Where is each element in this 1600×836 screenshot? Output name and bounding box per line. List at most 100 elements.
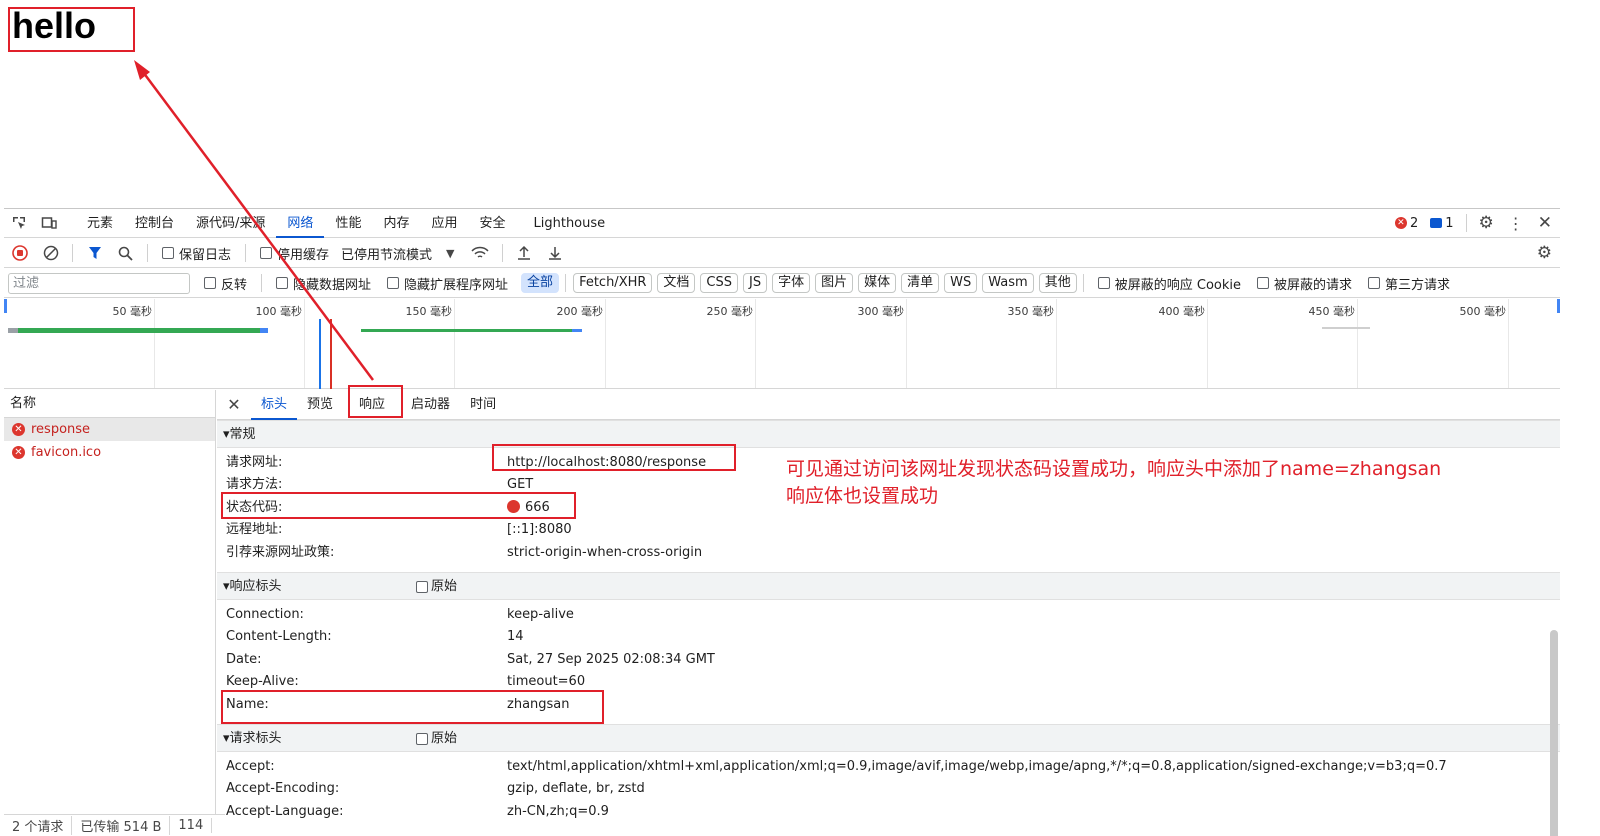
header-key: 状态代码: bbox=[226, 499, 283, 515]
filter-input[interactable]: 过滤 bbox=[8, 272, 190, 294]
header-key: Accept-Language: bbox=[226, 803, 344, 819]
filter-funnel-icon[interactable] bbox=[79, 239, 110, 268]
tab-memory[interactable]: 内存 bbox=[372, 209, 420, 238]
checkbox-box[interactable] bbox=[260, 247, 273, 259]
annotation-note-line: 响应体也设置成功 bbox=[786, 485, 939, 507]
type-filter-wasm[interactable]: Wasm bbox=[982, 273, 1034, 293]
type-filter-font[interactable]: 字体 bbox=[772, 273, 811, 293]
response-raw-checkbox[interactable]: 原始 bbox=[416, 573, 457, 601]
network-conditions-icon[interactable] bbox=[465, 239, 496, 268]
checkbox-box[interactable] bbox=[162, 247, 174, 259]
response-headers-section-header[interactable]: ▾响应标头 原始 bbox=[217, 571, 1560, 601]
disable-cache-checkbox[interactable]: 停用缓存 bbox=[260, 244, 329, 263]
checkbox-box[interactable] bbox=[204, 277, 216, 289]
settings-gear-icon[interactable]: ⚙ bbox=[1479, 213, 1494, 233]
type-filter-manifest[interactable]: 清单 bbox=[901, 273, 940, 293]
details-scrollbar[interactable] bbox=[1550, 630, 1558, 836]
inspect-element-icon[interactable] bbox=[4, 209, 34, 238]
tab-timing[interactable]: 时间 bbox=[460, 390, 506, 420]
checkbox-box[interactable] bbox=[276, 277, 289, 289]
import-har-icon[interactable] bbox=[509, 239, 540, 268]
type-filter-img[interactable]: 图片 bbox=[815, 273, 854, 293]
tab-preview[interactable]: 预览 bbox=[297, 390, 343, 420]
name-column-header[interactable]: 名称 bbox=[4, 390, 215, 418]
tab-response[interactable]: 响应 bbox=[349, 390, 395, 420]
checkbox-box[interactable] bbox=[1368, 277, 1381, 289]
overview-handle-right[interactable] bbox=[1557, 299, 1560, 313]
remote-address-value: [::1]:8080 bbox=[507, 522, 572, 538]
type-filter-other[interactable]: 其他 bbox=[1038, 273, 1077, 293]
overview-handle-left[interactable] bbox=[4, 299, 7, 313]
type-filter-ws[interactable]: WS bbox=[944, 273, 978, 293]
header-value: 14 bbox=[507, 629, 524, 645]
divider bbox=[1082, 274, 1084, 292]
search-icon[interactable] bbox=[110, 239, 141, 268]
request-count: 2 个请求 bbox=[4, 816, 73, 835]
referrer-policy-value: strict-origin-when-cross-origin bbox=[507, 544, 703, 560]
export-har-icon[interactable] bbox=[540, 239, 571, 268]
throttling-select[interactable]: 已停用节流模式 bbox=[341, 244, 432, 263]
checkbox-box[interactable] bbox=[416, 580, 428, 593]
error-icon: ✕ bbox=[12, 423, 25, 436]
type-filter-fetch-xhr[interactable]: Fetch/XHR bbox=[573, 273, 653, 293]
tab-console[interactable]: 控制台 bbox=[124, 209, 185, 238]
invert-checkbox[interactable]: 反转 bbox=[204, 274, 247, 293]
preserve-log-checkbox[interactable]: 保留日志 bbox=[162, 244, 231, 263]
general-section-header[interactable]: ▾常规 bbox=[217, 420, 1560, 448]
request-header-row: Accept-Language: zh-CN,zh;q=0.9 bbox=[217, 801, 1560, 823]
message-icon bbox=[1430, 218, 1443, 228]
devtools-main-tabs: 元素 控制台 源代码/来源 网络 性能 内存 应用 安全 Lighthouse … bbox=[4, 209, 1560, 238]
checkbox-box[interactable] bbox=[387, 277, 400, 289]
request-row-response[interactable]: ✕ response bbox=[4, 418, 215, 441]
request-row-favicon[interactable]: ✕ favicon.ico bbox=[4, 441, 215, 464]
tab-performance[interactable]: 性能 bbox=[324, 209, 372, 238]
header-key: 请求方法: bbox=[226, 477, 283, 493]
tab-sources[interactable]: 源代码/来源 bbox=[185, 209, 276, 238]
blocked-requests-checkbox[interactable]: 被屏蔽的请求 bbox=[1257, 274, 1352, 293]
checkbox-box[interactable] bbox=[416, 732, 428, 745]
disable-cache-label: 停用缓存 bbox=[277, 247, 330, 263]
timeline-label: 50 毫秒 bbox=[112, 305, 153, 318]
tab-security[interactable]: 安全 bbox=[468, 209, 516, 238]
tab-lighthouse[interactable]: Lighthouse bbox=[523, 209, 617, 238]
request-raw-checkbox[interactable]: 原始 bbox=[416, 725, 457, 753]
tab-headers[interactable]: 标头 bbox=[251, 390, 298, 420]
close-devtools-icon[interactable]: ✕ bbox=[1538, 213, 1552, 233]
third-party-label: 第三方请求 bbox=[1385, 277, 1451, 293]
network-overview-timeline[interactable]: 50 毫秒 100 毫秒 150 毫秒 200 毫秒 250 毫秒 300 毫秒… bbox=[4, 299, 1560, 389]
error-count-badge[interactable]: ✕ 2 bbox=[1394, 216, 1418, 231]
clear-icon[interactable] bbox=[35, 239, 66, 268]
type-filter-doc[interactable]: 文档 bbox=[657, 273, 696, 293]
timeline-label: 150 毫秒 bbox=[405, 305, 453, 318]
blocked-cookies-checkbox[interactable]: 被屏蔽的响应 Cookie bbox=[1097, 274, 1241, 293]
tab-network[interactable]: 网络 bbox=[276, 209, 325, 238]
message-count-badge[interactable]: 1 bbox=[1430, 216, 1454, 231]
error-icon: ✕ bbox=[12, 446, 25, 459]
more-options-icon[interactable]: ⋮ bbox=[1500, 214, 1532, 233]
timeline-label: 250 毫秒 bbox=[706, 305, 754, 318]
tab-elements[interactable]: 元素 bbox=[76, 209, 124, 238]
network-settings-gear-icon[interactable]: ⚙ bbox=[1537, 243, 1560, 263]
type-filter-media[interactable]: 媒体 bbox=[858, 273, 897, 293]
close-details-icon[interactable]: ✕ bbox=[217, 395, 251, 414]
hide-extension-urls-checkbox[interactable]: 隐藏扩展程序网址 bbox=[387, 274, 508, 293]
request-name: response bbox=[31, 422, 91, 437]
timeline-bar-response bbox=[8, 328, 266, 333]
blocked-requests-label: 被屏蔽的请求 bbox=[1274, 277, 1353, 293]
checkbox-box[interactable] bbox=[1097, 277, 1110, 289]
device-toolbar-icon[interactable] bbox=[34, 209, 64, 238]
record-stop-icon[interactable] bbox=[4, 239, 35, 268]
tab-application[interactable]: 应用 bbox=[420, 209, 468, 238]
type-filter-all[interactable]: 全部 bbox=[521, 273, 560, 293]
chevron-down-icon[interactable]: ▼ bbox=[446, 247, 454, 260]
type-filter-js[interactable]: JS bbox=[743, 273, 768, 293]
type-filter-css[interactable]: CSS bbox=[700, 273, 739, 293]
third-party-checkbox[interactable]: 第三方请求 bbox=[1368, 274, 1450, 293]
request-headers-section-header[interactable]: ▾请求标头 原始 bbox=[217, 723, 1560, 753]
checkbox-box[interactable] bbox=[1257, 277, 1269, 289]
header-key: Accept: bbox=[226, 758, 275, 774]
header-value: keep-alive bbox=[507, 606, 574, 622]
hide-data-urls-checkbox[interactable]: 隐藏数据网址 bbox=[276, 274, 371, 293]
tab-initiator[interactable]: 启动器 bbox=[401, 390, 460, 420]
devtools-panel: 元素 控制台 源代码/来源 网络 性能 内存 应用 安全 Lighthouse … bbox=[4, 208, 1560, 836]
